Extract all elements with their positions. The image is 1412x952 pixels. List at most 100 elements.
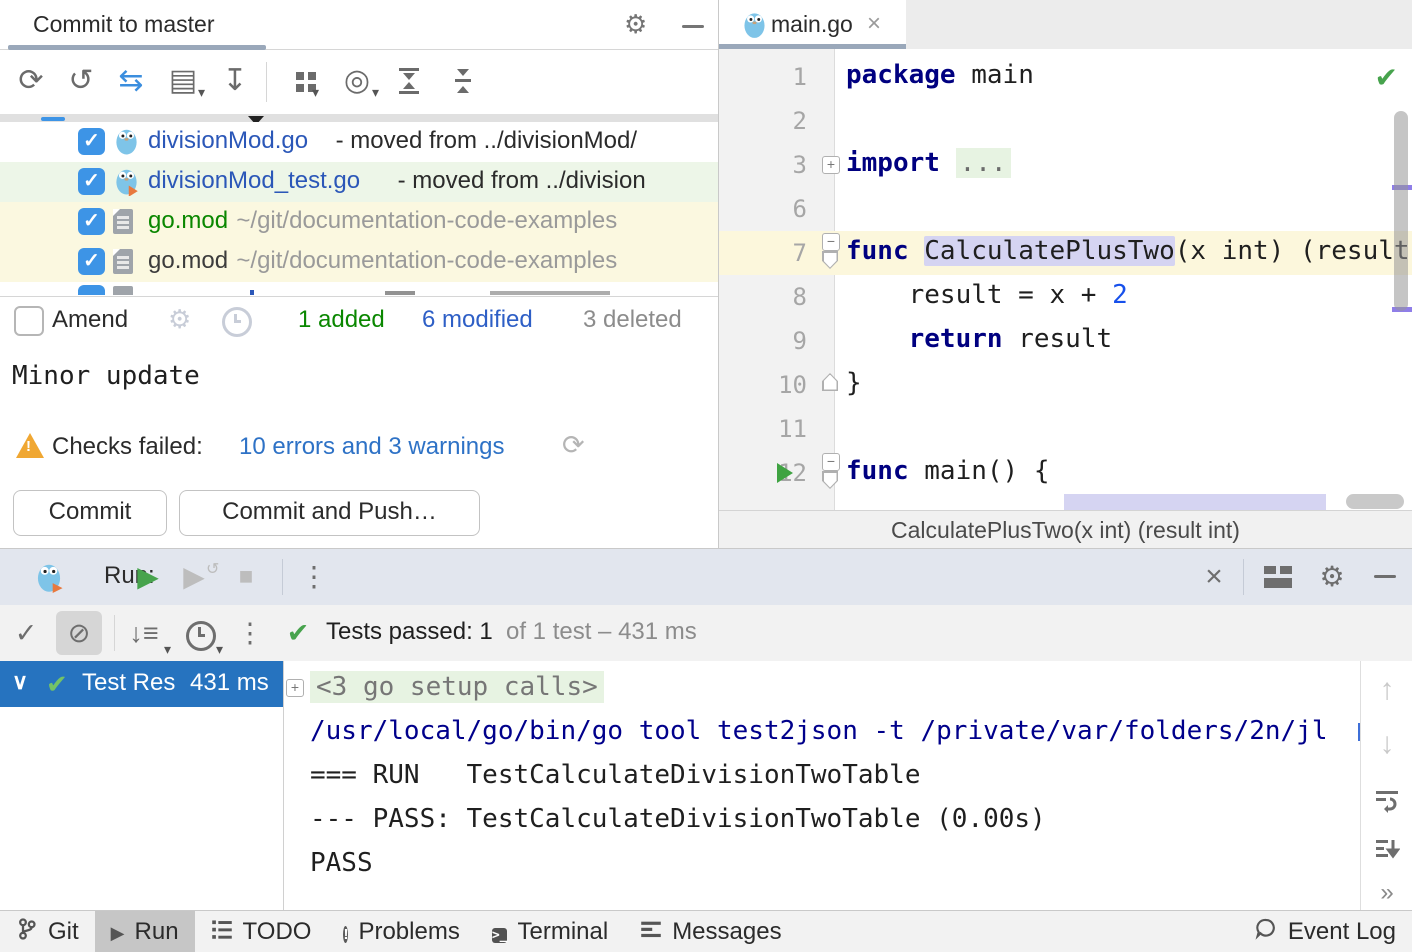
go-test-file-icon [113,166,140,201]
file-checkbox[interactable] [78,285,105,295]
commit-button[interactable]: Commit [13,490,167,536]
test-results-label: Test Res [82,669,188,697]
gear-icon[interactable]: ⚙ [168,304,191,335]
close-icon[interactable]: × [867,10,881,38]
rollback-icon[interactable]: ↺ [60,62,102,100]
run-line-icon[interactable] [777,463,793,483]
fold-collapse-icon[interactable]: − [822,233,840,251]
scroll-to-end-icon[interactable] [1374,837,1400,863]
show-diff-icon[interactable]: ⇆ [110,62,152,100]
code-token: (x int) (result int [1175,236,1412,266]
clipped-tree-row [0,114,718,122]
gear-icon[interactable]: ⚙ [1314,560,1350,594]
signature-hint-text: CalculatePlusTwo(x int) (result int) [719,517,1412,544]
changed-file-row[interactable]: ✓divisionMod.go- moved from ../divisionM… [0,122,718,162]
code-token [940,148,956,178]
commit-message-area[interactable]: Minor update [0,345,718,420]
go-file-icon [113,126,140,161]
toolwindow-tab-terminal[interactable]: >_Terminal [476,911,624,952]
code-line[interactable]: 8 result = x + 2 [719,275,1412,319]
file-checkbox[interactable]: ✓ [78,128,105,155]
file-checkbox[interactable]: ✓ [78,208,105,235]
refresh-icon[interactable]: ⟳ [10,62,52,100]
changed-file-row[interactable]: ✓go.mod~/git/documentation-code-examples [0,242,718,282]
file-checkbox[interactable]: ✓ [78,248,105,275]
gear-icon[interactable]: ⚙ [624,9,647,40]
hide-passed-icon: ⊘ [61,617,97,649]
chevron-expanded-icon[interactable]: ∨ [12,669,28,695]
test-results-row[interactable]: ∨ ✔ Test Res 431 ms [0,661,283,707]
code-text: } [846,368,862,398]
toolwindow-tab-event-log[interactable]: Event Log [1238,911,1412,952]
code-line[interactable]: 9 return result [719,319,1412,363]
code-line[interactable]: 7−func CalculatePlusTwo(x int) (result i… [719,231,1412,275]
tab-main-go[interactable]: main.go × [719,0,906,49]
toolwindow-tab-run[interactable]: ▶Run [95,911,195,952]
more-vertical-icon[interactable]: ⋮ [232,617,268,649]
history-clock-icon[interactable] [222,307,252,337]
minimize-icon[interactable] [682,25,704,28]
fold-region-marker [822,373,838,391]
rerun-button[interactable]: ▶ [130,560,166,594]
code-text: return result [846,324,1112,354]
todo-list-icon [211,918,233,947]
shelve-icon[interactable]: ↧ [214,62,256,100]
toolwindow-tab-git[interactable]: Git [0,911,95,952]
code-line[interactable]: 12−func main() { [719,451,1412,495]
more-chevron-icon[interactable]: » [1361,879,1412,907]
toolwindow-tab-todo[interactable]: TODO [195,911,328,952]
checks-errors-link[interactable]: 10 errors and 3 warnings [239,433,504,461]
amend-label: Amend [52,306,128,334]
close-icon[interactable]: × [1196,560,1232,594]
code-text: package main [846,60,1034,90]
toolbar-divider [266,62,267,102]
warning-bang: ! [26,438,31,455]
file-checkbox[interactable]: ✓ [78,168,105,195]
code-editor[interactable]: 1package main23+import ...67−func Calcul… [719,49,1412,510]
code-line[interactable]: 2 [719,99,1412,143]
changed-file-row[interactable]: ✓divisionMod_test.go- moved from ../divi… [0,162,718,202]
changed-file-row[interactable]: ✓go.mod~/git/documentation-code-examples [0,202,718,242]
test-duration: 431 ms [190,669,269,697]
toolwindow-tab-messages[interactable]: Messages [624,911,797,952]
stop-icon: ■ [228,560,264,594]
commit-message-text[interactable]: Minor update [12,361,200,391]
amend-checkbox[interactable] [14,306,44,336]
horizontal-scrollbar-thumb[interactable] [1346,494,1404,509]
fold-collapse-icon[interactable]: − [822,453,840,471]
code-token: main() { [909,456,1050,486]
console-line: /usr/local/go/bin/go tool test2json -t /… [284,709,1360,753]
mod-file-icon [113,209,133,234]
more-vertical-icon[interactable]: ⋮ [296,560,332,594]
code-line[interactable]: 3+import ... [719,143,1412,187]
code-line[interactable]: 10} [719,363,1412,407]
inspections-ok-icon[interactable]: ✔ [1375,61,1398,94]
soft-wrap-icon[interactable] [1374,787,1400,813]
code-line[interactable]: 1package main [719,55,1412,99]
toolwindow-tab-problems[interactable]: !Problems [327,911,475,952]
file-detail: - moved from ../division [398,167,646,195]
show-passed-icon[interactable]: ✓ [8,617,44,649]
layout-settings-icon[interactable] [1264,566,1292,588]
tests-passed-text: Tests passed: 1 [326,618,493,646]
test-history-clock-icon[interactable] [186,621,216,651]
sort-by-duration-icon[interactable]: ↓≡ [126,617,162,649]
test-toolbar: ✓ ⊘ ↓≡ ▾ ▾ ⋮ ✔ Tests passed: 1 of 1 test… [0,605,1412,662]
group-by-icon[interactable] [296,72,304,80]
fold-expand-icon[interactable]: + [822,156,840,174]
collapse-all-icon[interactable] [446,64,480,98]
code-line[interactable]: 6 [719,187,1412,231]
signature-hint-bar: CalculatePlusTwo(x int) (result int) [719,510,1412,548]
editor-scrollbar-thumb[interactable] [1394,111,1408,311]
prev-failed-test-icon: ↑ [1361,673,1412,707]
rerun-checks-icon[interactable]: ⟳ [562,430,585,461]
minimize-icon[interactable] [1374,575,1396,578]
modified-count[interactable]: 6 modified [422,306,533,334]
expand-all-icon[interactable] [392,64,426,98]
tab-label: main.go [771,11,853,38]
fold-expand-icon[interactable]: + [286,679,304,697]
commit-header: Commit to master ⚙ [0,0,718,50]
code-line[interactable]: 11 [719,407,1412,451]
test-console[interactable]: <3 go setup calls>+/usr/local/go/bin/go … [284,661,1360,911]
commit-and-push-button[interactable]: Commit and Push… [179,490,480,536]
